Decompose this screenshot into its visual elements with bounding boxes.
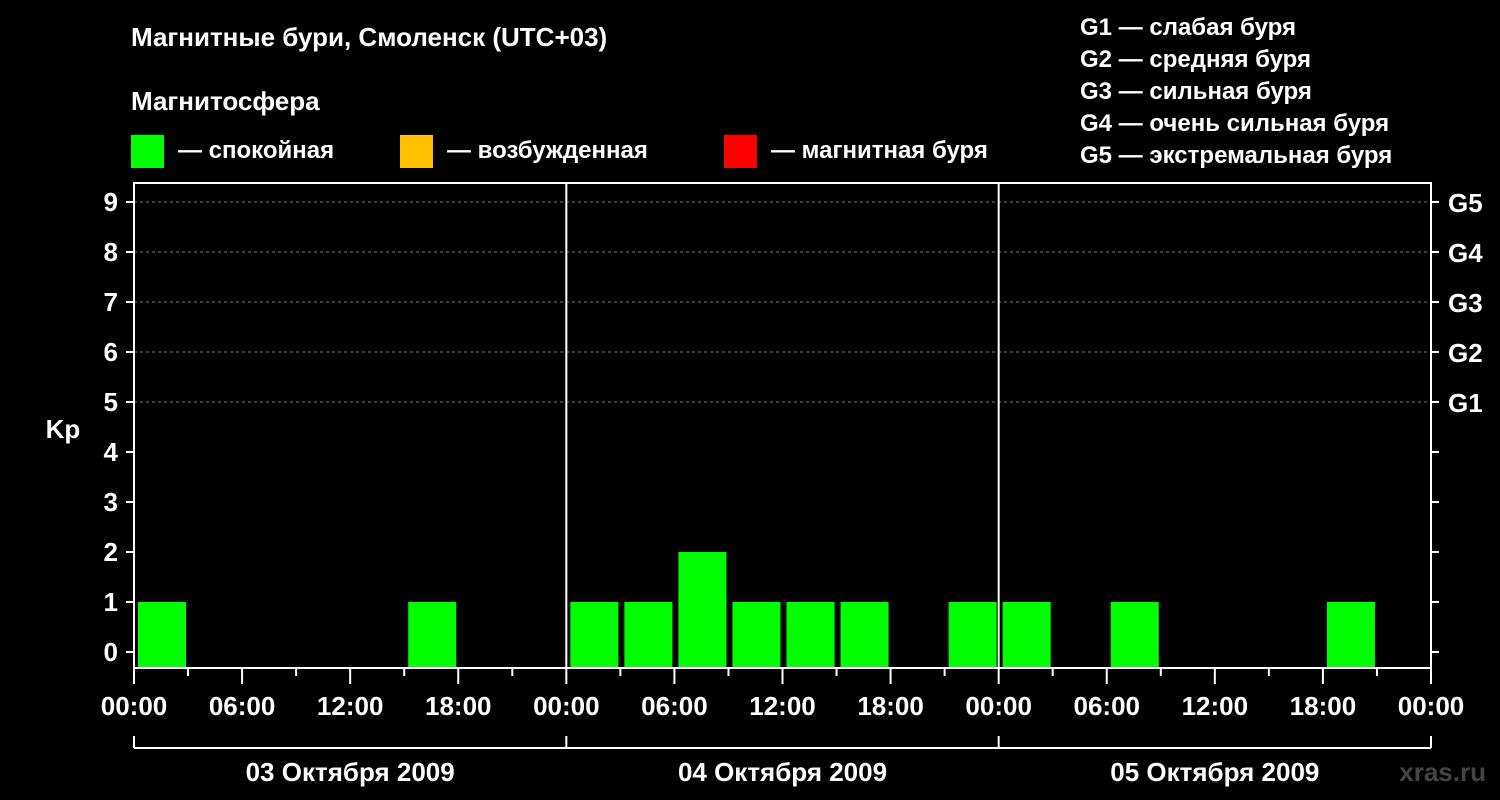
day-label: 05 Октября 2009 [1110,757,1319,787]
x-tick-label: 18:00 [425,691,492,721]
x-tick-label: 18:00 [857,691,924,721]
y-tick-label: 0 [104,637,118,667]
kp-chart: 0 1 2 3 4 5 6 7 8 9 G1 G2 G3 G4 G5 Kp 00:00 06:00 12:00 18:… [46,182,1483,787]
kp-bar [570,602,619,668]
kp-bar [840,602,889,668]
x-tick-label: 00:00 [965,691,1032,721]
x-tick-label: 06:00 [641,691,708,721]
kp-bar [678,552,727,668]
y-tick-label: 1 [104,587,118,617]
kp-bar [948,602,997,668]
kp-bar [408,602,457,668]
kp-bar [1002,602,1051,668]
g-level-label: G4 [1448,238,1483,268]
x-tick-label: 18:00 [1290,691,1357,721]
y-tick-label: 2 [104,537,118,567]
y-tick-label: 4 [104,437,119,467]
kp-bar [624,602,673,668]
x-tick-label: 06:00 [1074,691,1141,721]
kp-bar [1110,602,1159,668]
y-tick-label: 8 [104,237,118,267]
day-label: 03 Октября 2009 [246,757,455,787]
x-tick-label: 00:00 [533,691,600,721]
g-level-label: G1 [1448,388,1483,418]
y-tick-label: 5 [104,387,118,417]
y-axis-title: Kp [46,414,81,444]
kp-bar [138,602,187,668]
watermark: xras.ru [1399,757,1486,787]
x-tick-label: 12:00 [317,691,384,721]
x-tick-label: 12:00 [1182,691,1249,721]
g-level-label: G3 [1448,288,1483,318]
g-level-label: G2 [1448,338,1483,368]
y-tick-label: 7 [104,287,118,317]
kp-bar [786,602,835,668]
x-tick-label: 06:00 [209,691,276,721]
x-tick-label: 00:00 [1398,691,1465,721]
x-tick-label: 00:00 [101,691,168,721]
kp-bar [1326,602,1375,668]
day-label: 04 Октября 2009 [678,757,887,787]
kp-bar [732,602,781,668]
y-tick-label: 3 [104,487,118,517]
y-tick-label: 6 [104,337,118,367]
plot-frame [133,182,1432,669]
y-tick-label: 9 [104,187,118,217]
x-tick-label: 12:00 [749,691,816,721]
g-level-label: G5 [1448,188,1483,218]
